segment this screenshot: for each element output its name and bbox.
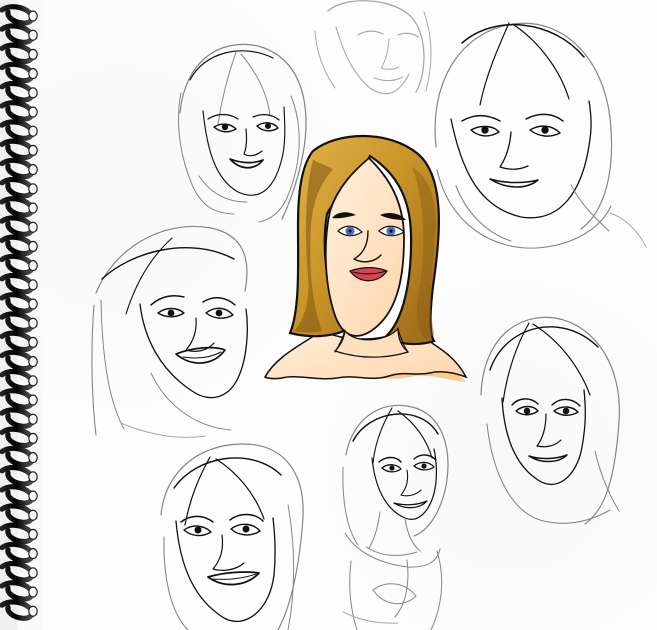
spiral-ring-set [0,4,38,621]
binding-hole [28,29,38,41]
upper-right-sketch-face [434,22,647,249]
spiral-ring [0,42,35,65]
binding-hole [28,48,38,61]
lower-center-standing-sketch [342,404,449,630]
binding-hole [28,432,38,444]
binding-hole [28,567,38,579]
binding-hole [28,528,38,541]
spiral-ring [0,407,35,429]
binding-hole [28,87,38,99]
spiral-ring [0,541,35,564]
right-middle-sketch-face [480,316,620,525]
binding-hole [28,260,38,272]
binding-hole [28,317,38,329]
binding-hole [28,336,38,348]
top-center-faint-sketch [314,0,432,95]
left-middle-smiling-sketch [91,225,248,438]
binding-hole [28,490,38,502]
spiral-ring [0,503,35,525]
binding-hole [28,586,38,598]
binding-hole [28,67,38,80]
binding-hole [28,298,38,310]
binding-hole [28,471,38,483]
colored-center-portrait [263,135,468,382]
binding-hole [28,394,38,406]
binding-hole [28,202,38,214]
spiral-ring [0,426,35,449]
spiral-ring [0,349,35,372]
binding-hole [28,240,38,252]
spiral-ring [0,311,35,333]
spiral-ring [0,80,35,103]
spiral-ring [0,119,35,141]
spiral-ring [0,445,35,468]
spiral-ring [0,215,35,237]
spiral-ring [0,138,35,161]
binding-hole [28,183,38,195]
spiral-ring [0,61,35,84]
binding-hole [28,221,38,233]
spiral-ring [0,4,35,26]
binding-hole [28,375,38,387]
binding-hole [28,106,38,118]
upper-left-sketch-face [177,43,307,223]
spiral-ring [0,560,35,583]
spiral-ring [0,176,35,199]
binding-hole [28,547,38,560]
lower-left-sketch-face [160,443,304,630]
spiral-ring [0,388,35,410]
spiral-ring [0,100,35,122]
binding-hole [28,10,38,22]
spiral-ring [0,234,35,257]
spiral-ring [0,253,35,276]
binding-hole [28,356,38,368]
spiral-ring [0,23,35,45]
binding-hole [28,452,38,464]
spiral-ring [0,292,35,314]
spiral-ring [0,464,35,487]
binding-hole [28,164,38,176]
binding-hole [28,279,38,291]
spiral-ring [0,522,35,545]
spiral-ring [0,272,35,295]
binding-hole [28,413,38,425]
spiral-ring [0,599,35,621]
sketchbook-page: /* placeholder for valid grouping; rings… [0,0,657,630]
binding-hole [28,125,38,137]
spiral-ring [0,330,35,353]
spiral-ring [0,368,35,391]
spiral-ring [0,484,35,506]
spiral-ring [0,580,35,602]
illustration-svg: /* placeholder for valid grouping; rings… [0,0,647,630]
binding-hole [28,509,38,521]
spiral-ring [0,196,35,218]
spiral-ring [0,157,35,180]
binding-hole [28,605,38,617]
binding-hole [28,144,38,156]
